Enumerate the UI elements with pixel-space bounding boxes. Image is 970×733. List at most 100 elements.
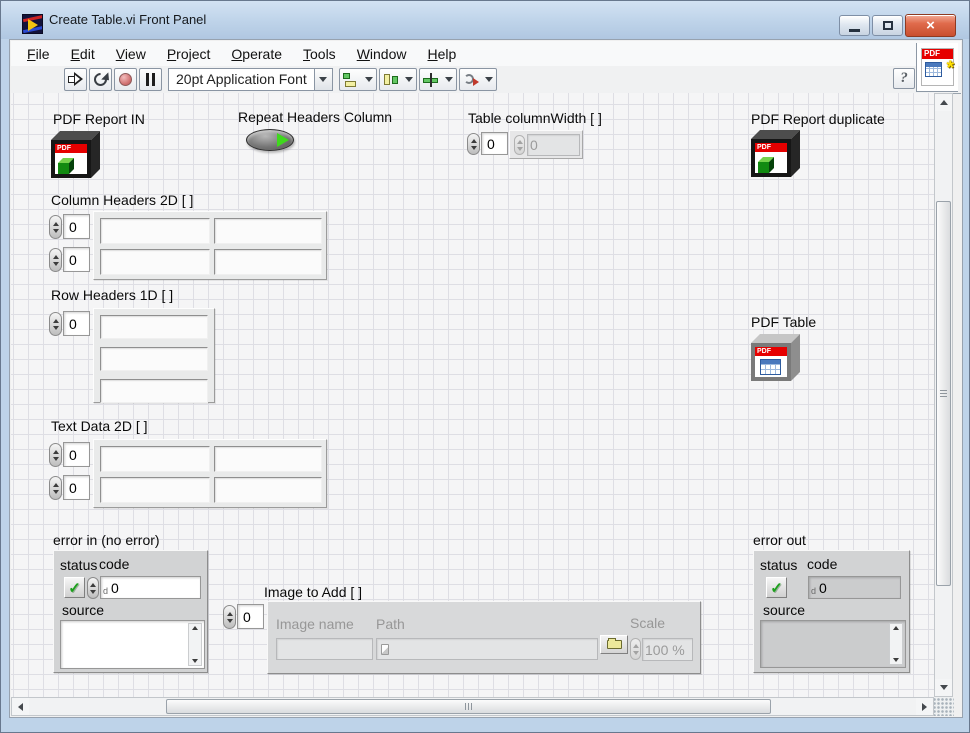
context-help-button[interactable]: ?: [893, 68, 915, 89]
close-icon: ×: [926, 17, 935, 34]
index-spinner[interactable]: [49, 312, 62, 336]
row-headers-1d-label: Row Headers 1D [ ]: [51, 287, 173, 303]
font-selector-dropdown[interactable]: [315, 68, 333, 91]
string-cell[interactable]: [100, 218, 210, 244]
path-label: Path: [376, 616, 405, 632]
col-index-value[interactable]: 0: [63, 247, 90, 272]
scroll-left-button[interactable]: [12, 698, 29, 715]
string-cell[interactable]: [100, 249, 210, 275]
radix-indicator: d: [103, 586, 108, 596]
pdf-report-in-icon[interactable]: PDF: [49, 130, 101, 180]
reorder-dropdown[interactable]: [459, 68, 497, 91]
code-field[interactable]: d0: [100, 576, 201, 599]
pdf-banner: PDF: [755, 143, 787, 152]
menu-file[interactable]: File: [27, 46, 50, 62]
source-scrollbar[interactable]: [188, 623, 202, 666]
menu-project[interactable]: Project: [167, 46, 211, 62]
chevron-down-icon: [405, 77, 413, 82]
vi-icon: PDF *: [921, 48, 954, 86]
status-label: status: [60, 557, 97, 573]
green-arrow-icon: [277, 133, 289, 147]
index-value[interactable]: 0: [63, 311, 90, 336]
error-in-cluster: status code ✓ d0 source: [53, 550, 208, 673]
title-bar[interactable]: Create Table.vi Front Panel ×: [1, 1, 969, 39]
string-cell[interactable]: [100, 347, 208, 371]
pdf-banner: PDF: [55, 144, 87, 153]
source-label: source: [763, 602, 805, 618]
status-checkbox[interactable]: ✓: [64, 577, 85, 598]
index-value[interactable]: 0: [237, 604, 264, 629]
run-icon: [67, 72, 84, 87]
col-index-value[interactable]: 0: [63, 475, 90, 500]
col-index-spinner[interactable]: [49, 476, 62, 500]
scroll-right-button[interactable]: [916, 698, 933, 715]
scale-label: Scale: [630, 615, 665, 631]
string-cell[interactable]: [214, 446, 322, 472]
green-cube-icon: [758, 156, 776, 173]
run-button[interactable]: [64, 68, 87, 91]
pdf-report-duplicate-icon[interactable]: PDF: [749, 129, 801, 179]
menu-window[interactable]: Window: [357, 46, 407, 62]
index-spinner[interactable]: [223, 605, 236, 629]
string-cell[interactable]: [214, 477, 322, 503]
string-cell[interactable]: [100, 315, 208, 339]
source-field[interactable]: [60, 620, 205, 669]
pause-button[interactable]: [139, 68, 162, 91]
arrow-up-icon: [940, 100, 948, 105]
row-index-spinner[interactable]: [49, 443, 62, 467]
vertical-scroll-thumb[interactable]: [936, 201, 951, 586]
green-cube-icon: [58, 157, 76, 174]
vi-icon-box[interactable]: PDF *: [916, 43, 958, 92]
menu-help[interactable]: Help: [428, 46, 457, 62]
front-panel: PDF Report IN PDF Repeat Headers Column …: [11, 93, 934, 697]
image-name-label: Image name: [276, 616, 354, 632]
font-selector[interactable]: 20pt Application Font: [168, 68, 333, 91]
menu-view[interactable]: View: [116, 46, 146, 62]
align-objects-dropdown[interactable]: [339, 68, 377, 91]
string-cell[interactable]: [100, 446, 210, 472]
horizontal-scrollbar[interactable]: [11, 697, 934, 716]
image-to-add-label: Image to Add [ ]: [264, 584, 362, 600]
error-out-label: error out: [753, 532, 806, 548]
row-index-value[interactable]: 0: [63, 214, 90, 239]
string-cell[interactable]: [214, 249, 322, 275]
distribute-objects-icon: [383, 73, 399, 87]
distribute-objects-dropdown[interactable]: [379, 68, 417, 91]
row-index-value[interactable]: 0: [63, 442, 90, 467]
menu-operate[interactable]: Operate: [231, 46, 282, 62]
table-column-width-index-spinner[interactable]: [467, 133, 480, 155]
menu-bar: File Edit View Project Operate Tools Win…: [11, 41, 961, 66]
scale-field: 100 %: [642, 638, 693, 661]
source-scrollbar[interactable]: [889, 623, 903, 665]
table-column-width-index[interactable]: 0: [481, 132, 508, 155]
horizontal-scroll-thumb[interactable]: [166, 699, 771, 714]
table-glyph-icon: [925, 62, 942, 77]
vertical-scrollbar[interactable]: [934, 93, 953, 697]
string-cell[interactable]: [100, 477, 210, 503]
pdf-table-icon[interactable]: PDF: [749, 333, 801, 383]
create-sparkle-icon: *: [947, 58, 954, 80]
maximize-button[interactable]: [872, 15, 903, 36]
run-continuously-button[interactable]: [89, 68, 112, 91]
col-index-spinner[interactable]: [49, 248, 62, 272]
resize-grip[interactable]: [934, 697, 954, 716]
row-index-spinner[interactable]: [49, 215, 62, 239]
source-label: source: [62, 602, 104, 618]
table-column-width-label: Table columnWidth [ ]: [468, 110, 602, 126]
scroll-up-button[interactable]: [935, 94, 952, 111]
code-label: code: [99, 556, 129, 572]
text-data-2d-label: Text Data 2D [ ]: [51, 418, 147, 434]
code-spinner[interactable]: [87, 577, 99, 599]
pdf-report-duplicate-label: PDF Report duplicate: [751, 111, 885, 127]
string-cell[interactable]: [100, 379, 208, 403]
resize-objects-dropdown[interactable]: [419, 68, 457, 91]
repeat-headers-column-toggle[interactable]: [246, 129, 294, 151]
scroll-down-button[interactable]: [935, 679, 952, 696]
minimize-button[interactable]: [839, 15, 870, 36]
row-headers-1d-array: [93, 308, 215, 403]
menu-tools[interactable]: Tools: [303, 46, 336, 62]
menu-edit[interactable]: Edit: [71, 46, 95, 62]
close-button[interactable]: ×: [905, 14, 956, 37]
string-cell[interactable]: [214, 218, 322, 244]
font-selector-value[interactable]: 20pt Application Font: [168, 68, 315, 91]
